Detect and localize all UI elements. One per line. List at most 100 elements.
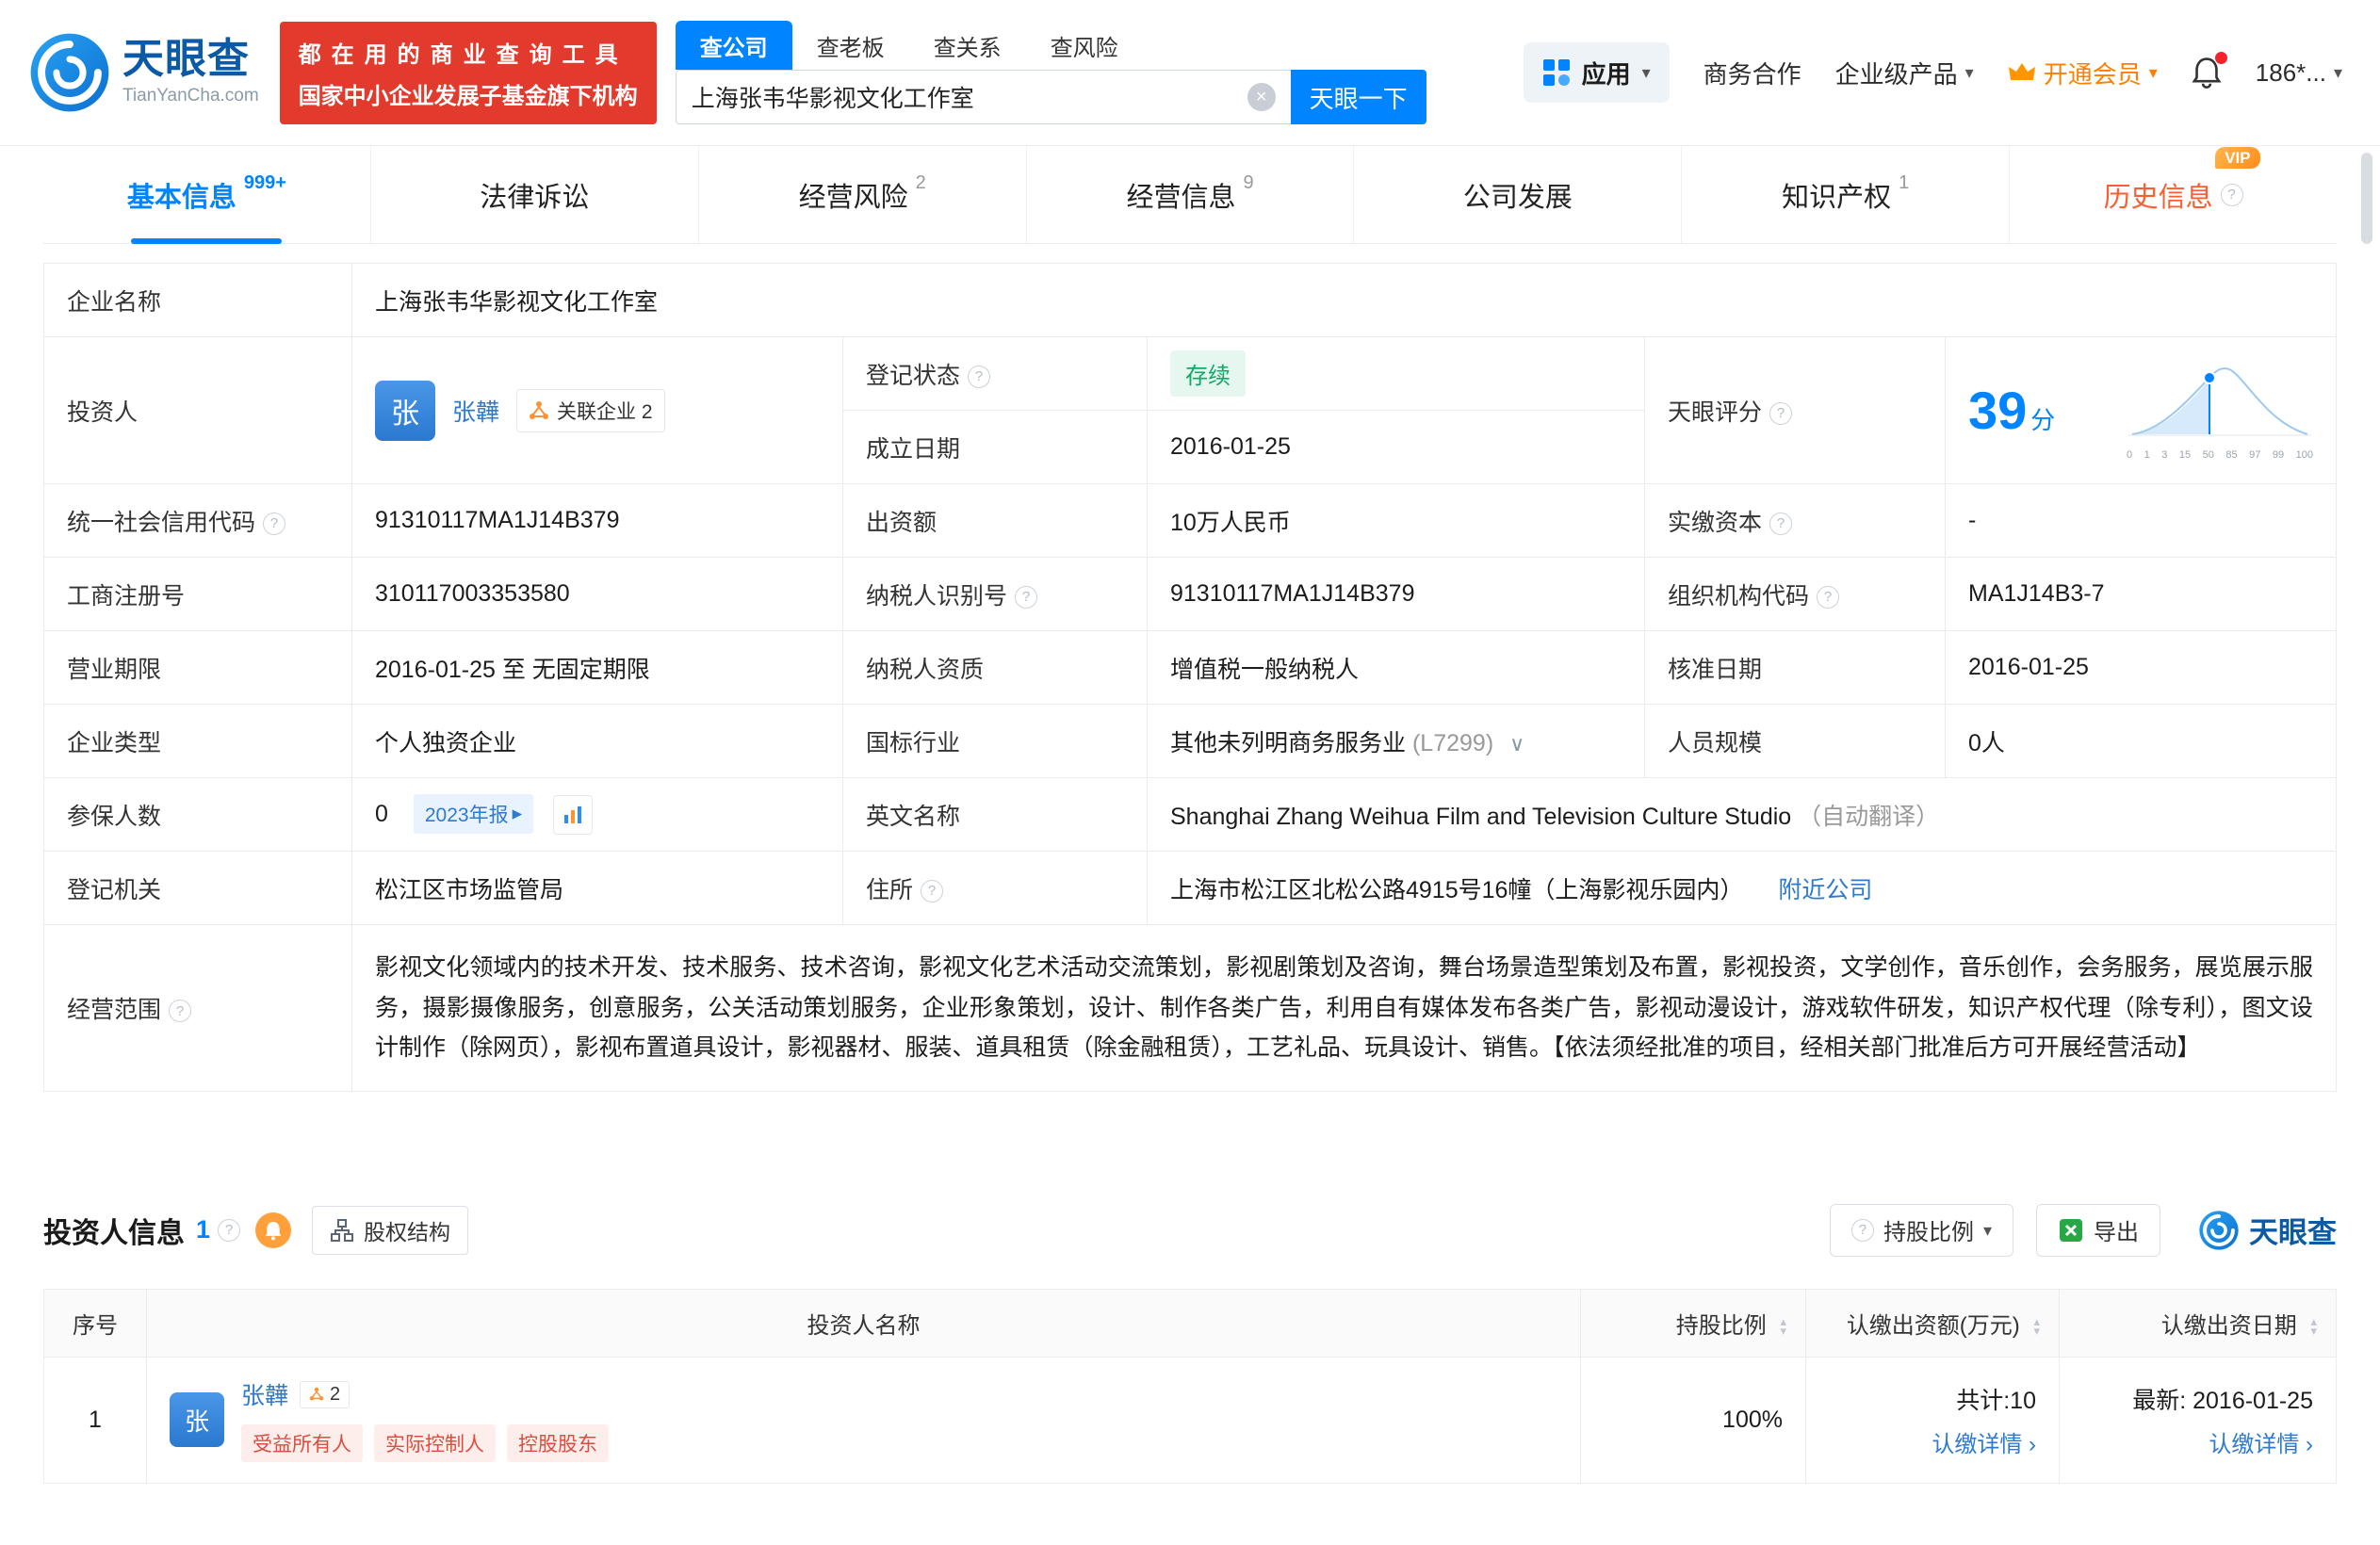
industry-code: (L7299): [1412, 730, 1493, 756]
investor-name-cell: 张 张韡 2: [147, 1357, 1581, 1483]
clear-search-icon[interactable]: ×: [1247, 83, 1276, 111]
nearby-companies-link[interactable]: 附近公司: [1778, 877, 1872, 903]
insured-count: 0: [375, 801, 388, 827]
search-button[interactable]: 天眼一下: [1291, 70, 1426, 124]
relation-nodes-icon: [529, 400, 549, 421]
apps-menu-label: 应用: [1582, 56, 1631, 90]
nav-open-vip[interactable]: 开通会员 ▾: [2008, 56, 2158, 90]
caret-down-icon: ▾: [1983, 1222, 1992, 1239]
annual-report-badge[interactable]: 2023年报▸: [414, 794, 533, 834]
tab-history-label: 历史信息: [2104, 175, 2213, 215]
investors-count: 1: [196, 1215, 210, 1244]
investor-name-link[interactable]: 张韡: [452, 394, 499, 428]
related-companies-label: 关联企业 2: [557, 397, 653, 425]
col-header-subscribed-date[interactable]: 认缴出资日期 ▴▾: [2060, 1289, 2337, 1357]
apps-menu-button[interactable]: 应用 ▾: [1524, 42, 1670, 103]
field-label-investor: 投资人: [44, 337, 352, 484]
tab-history-info[interactable]: 历史信息 ? VIP: [2009, 146, 2337, 243]
subscribed-date-cell: 最新: 2016-01-25 认缴详情 ›: [2060, 1357, 2337, 1483]
subscription-detail-link[interactable]: 认缴详情 ›: [2209, 1425, 2313, 1458]
notifications-bell[interactable]: [2192, 57, 2222, 89]
credit-code-value: 91310117MA1J14B379: [352, 484, 843, 558]
export-button[interactable]: 导出: [2036, 1204, 2160, 1257]
caret-down-icon: ▾: [2334, 64, 2342, 81]
status-badge: 存续: [1170, 350, 1246, 397]
tab-basic-info-label: 基本信息: [127, 175, 236, 215]
help-icon[interactable]: ?: [1769, 512, 1792, 535]
investors-table: 序号 投资人名称 持股比例 ▴▾ 认缴出资额(万元) ▴▾ 认缴出资日期 ▴▾ …: [43, 1289, 2337, 1484]
tab-ip-label: 知识产权: [1782, 175, 1891, 215]
help-icon[interactable]: ?: [218, 1219, 240, 1242]
help-icon[interactable]: ?: [968, 366, 990, 388]
tab-basic-info-badge: 999+: [244, 172, 286, 194]
subscription-detail-link[interactable]: 认缴详情 ›: [1932, 1425, 2036, 1458]
score-cell: 39 分 01 315: [1946, 337, 2337, 484]
tab-company-development[interactable]: 公司发展: [1353, 146, 1681, 243]
field-label-approval-date: 核准日期: [1645, 631, 1946, 705]
tab-intellectual-property[interactable]: 知识产权 1: [1681, 146, 2009, 243]
row-business-scope: 经营范围? 影视文化领域内的技术开发、技术服务、技术咨询，影视文化艺术活动交流策…: [44, 925, 2337, 1092]
chevron-right-icon: ›: [2306, 1432, 2313, 1457]
investor-avatar[interactable]: 张: [170, 1392, 224, 1447]
field-label-business-term: 营业期限: [44, 631, 352, 705]
taxpayer-quality-value: 增值税一般纳税人: [1148, 631, 1645, 705]
investors-section: 投资人信息 1 ? 股权结构 ? 持股比例 ▾: [43, 1204, 2337, 1484]
tag-beneficial-owner[interactable]: 受益所有人: [241, 1424, 363, 1462]
tag-controlling-shareholder[interactable]: 控股股东: [507, 1424, 609, 1462]
nav-business-cooperation[interactable]: 商务合作: [1703, 56, 1801, 90]
search-tab-risk[interactable]: 查风险: [1026, 21, 1143, 70]
tianyancha-logo-icon: [2198, 1210, 2240, 1251]
english-name-note: （自动翻译）: [1798, 804, 1939, 830]
related-companies-badge[interactable]: 关联企业 2: [516, 389, 665, 432]
row-company-name: 企业名称 上海张韦华影视文化工作室: [44, 264, 2337, 337]
field-label-paid-capital: 实缴资本?: [1645, 484, 1946, 558]
subscribe-bell-button[interactable]: [255, 1212, 291, 1248]
tab-operating-label: 经营信息: [1126, 175, 1235, 215]
investor-name-link[interactable]: 张韡: [241, 1377, 288, 1411]
tab-operating-info[interactable]: 经营信息 9: [1026, 146, 1354, 243]
col-header-subscribed-amount[interactable]: 认缴出资额(万元) ▴▾: [1806, 1289, 2060, 1357]
col-header-holding-ratio[interactable]: 持股比例 ▴▾: [1581, 1289, 1806, 1357]
registration-status-value: 存续: [1148, 337, 1645, 411]
nav-enterprise-products[interactable]: 企业级产品 ▾: [1835, 56, 1974, 90]
help-icon[interactable]: ?: [2221, 184, 2243, 206]
expand-industry-icon[interactable]: ∨: [1509, 732, 1524, 756]
equity-structure-button[interactable]: 股权结构: [312, 1206, 468, 1255]
sort-icon[interactable]: ▴▾: [2033, 1317, 2040, 1336]
search-tab-company[interactable]: 查公司: [676, 21, 792, 70]
help-icon[interactable]: ?: [1015, 586, 1037, 609]
sort-icon[interactable]: ▴▾: [1780, 1317, 1786, 1336]
help-icon[interactable]: ?: [921, 880, 943, 903]
score-curve-icon: [2127, 361, 2313, 447]
subscribed-amount-total: 共计:10: [1956, 1382, 2036, 1416]
tab-operating-risk[interactable]: 经营风险 2: [698, 146, 1026, 243]
help-icon[interactable]: ?: [1769, 402, 1792, 425]
tag-actual-controller[interactable]: 实际控制人: [374, 1424, 496, 1462]
investors-header-actions: ? 持股比例 ▾ 导出: [1830, 1204, 2337, 1257]
holding-ratio-button[interactable]: ? 持股比例 ▾: [1830, 1204, 2013, 1257]
field-label-taxpayer-id: 纳税人识别号?: [843, 558, 1148, 631]
account-phone[interactable]: 186*... ▾: [2256, 58, 2342, 88]
tab-legal-proceedings[interactable]: 法律诉讼: [370, 146, 698, 243]
promo-line-1: 都在用的商业查询工具: [299, 36, 638, 69]
search-tab-boss[interactable]: 查老板: [792, 21, 909, 70]
crown-icon: [2008, 61, 2036, 84]
scrollbar-thumb[interactable]: [2361, 153, 2372, 244]
help-icon[interactable]: ?: [1817, 586, 1839, 609]
address-text: 上海市松江区北松公路4915号16幢（上海影视乐园内）: [1170, 877, 1743, 903]
tianyancha-logo[interactable]: 天眼查 TianYanCha.com: [28, 31, 259, 114]
annual-report-icon-button[interactable]: [553, 795, 593, 835]
tab-basic-info[interactable]: 基本信息 999+: [43, 146, 370, 243]
related-count-badge[interactable]: 2: [300, 1381, 350, 1408]
help-icon[interactable]: ?: [169, 1000, 191, 1022]
sort-icon[interactable]: ▴▾: [2310, 1317, 2317, 1336]
company-info-table: 企业名称 上海张韦华影视文化工作室 投资人 张 张韡 关联企业 2: [43, 263, 2337, 1092]
help-icon[interactable]: ?: [263, 512, 285, 535]
field-label-score: 天眼评分?: [1645, 337, 1946, 484]
caret-down-icon: ▾: [2149, 64, 2158, 81]
english-name-text: Shanghai Zhang Weihua Film and Televisio…: [1170, 804, 1791, 830]
search-input[interactable]: [692, 84, 1247, 111]
field-label-business-scope: 经营范围?: [44, 925, 352, 1092]
investor-avatar[interactable]: 张: [375, 381, 435, 441]
search-tab-relation[interactable]: 查关系: [909, 21, 1026, 70]
